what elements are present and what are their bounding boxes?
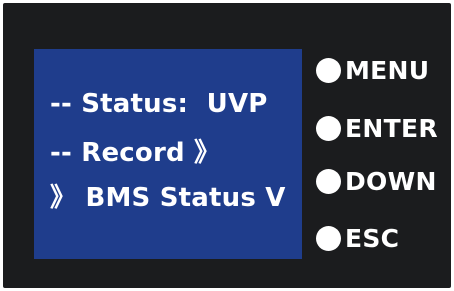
enter-button[interactable]: ENTER	[316, 113, 438, 143]
enter-button-icon[interactable]	[316, 115, 341, 141]
status-line: -- Status: UVP	[50, 89, 268, 119]
record-menu-item[interactable]: -- Record 》	[50, 132, 220, 169]
esc-button-label: ESC	[345, 223, 400, 253]
lcd-screen: -- Status: UVP -- Record 》 》 BMS Status …	[34, 49, 302, 259]
enter-button-label: ENTER	[345, 113, 438, 143]
down-button-icon[interactable]	[316, 168, 341, 194]
down-button-label: DOWN	[345, 166, 437, 196]
device-panel: -- Status: UVP -- Record 》 》 BMS Status …	[3, 3, 451, 288]
down-button[interactable]: DOWN	[316, 166, 437, 196]
menu-button[interactable]: MENU	[316, 55, 429, 85]
menu-button-icon[interactable]	[316, 57, 341, 83]
menu-button-label: MENU	[345, 55, 430, 85]
esc-button[interactable]: ESC	[316, 223, 399, 253]
bms-status-menu-item[interactable]: 》 BMS Status V	[50, 177, 286, 214]
esc-button-icon[interactable]	[316, 225, 341, 251]
